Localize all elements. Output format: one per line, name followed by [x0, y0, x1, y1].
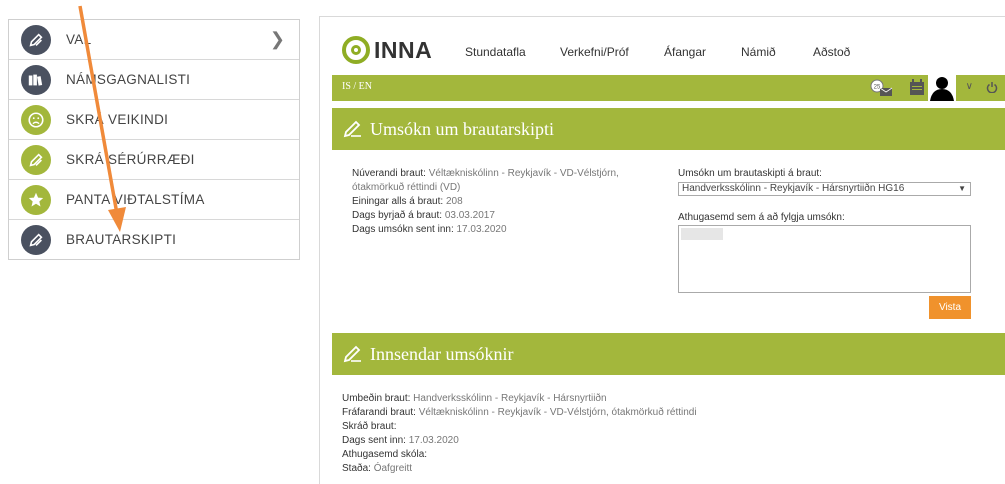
label: Umbeðin braut:	[342, 393, 411, 404]
track-select-value: Handverksskólinn - Reykjavík - Hársnyrti…	[682, 183, 905, 194]
value: Óafgreitt	[373, 463, 413, 474]
messages-icon[interactable]: 25	[870, 79, 894, 97]
current-track-info: Núverandi braut: Véltækniskólinn - Reykj…	[352, 167, 619, 237]
menu-item-skra-veikindi[interactable]: SKRÁ VEIKINDI	[9, 100, 299, 140]
value: 17.03.2020	[408, 435, 459, 446]
section-header-innsendar: Innsendar umsóknir	[332, 333, 1005, 375]
label: Fráfarandi braut:	[342, 407, 416, 418]
books-icon	[21, 64, 51, 95]
track-select-label: Umsókn um brautaskipti á braut:	[678, 168, 822, 179]
section-title: Innsendar umsóknir	[370, 343, 514, 364]
avatar[interactable]	[928, 75, 956, 101]
language-switch[interactable]: IS / EN	[342, 81, 372, 92]
inna-logo[interactable]: INNA	[342, 36, 432, 64]
utility-bar: IS / EN 25 ∨	[332, 75, 1005, 101]
logo-ring-icon	[342, 36, 370, 64]
pencil-icon	[21, 24, 51, 55]
comment-textarea[interactable]	[678, 225, 971, 293]
chevron-right-icon[interactable]: ❯	[270, 29, 285, 50]
menu-item-panta-vidtalstima[interactable]: PANTA VIÐTALSTÍMA	[9, 180, 299, 220]
nav-stundatafla[interactable]: Stundatafla	[465, 45, 526, 59]
pencil-icon	[21, 144, 51, 175]
nav-adstod[interactable]: Aðstoð	[813, 45, 850, 59]
label: Athugasemd skóla:	[342, 449, 428, 460]
save-button[interactable]: Vista	[929, 296, 971, 319]
menu-item-label: SKRÁ VEIKINDI	[66, 112, 169, 127]
label: Skráð braut:	[342, 421, 397, 432]
nav-namid[interactable]: Námið	[741, 45, 776, 59]
pencil-icon	[21, 224, 51, 255]
calendar-icon[interactable]	[910, 79, 924, 95]
inna-app: INNA Stundatafla Verkefni/Próf Áfangar N…	[319, 16, 1005, 484]
label: Dags umsókn sent inn:	[352, 224, 454, 235]
track-select[interactable]: Handverksskólinn - Reykjavík - Hársnyrti…	[678, 182, 971, 196]
chevron-down-icon[interactable]: ∨	[966, 81, 973, 92]
nav-verkefni-prof[interactable]: Verkefni/Próf	[560, 45, 629, 59]
menu-item-skra-serurraedi[interactable]: SKRÁ SÉRÚRRÆÐI	[9, 140, 299, 180]
menu-item-label: VAL	[66, 32, 92, 47]
label: Dags byrjað á braut:	[352, 210, 443, 221]
menu-item-label: NÁMSGAGNALISTI	[66, 72, 191, 87]
label: Dags sent inn:	[342, 435, 406, 446]
menu-item-brautarskipti[interactable]: BRAUTARSKIPTI	[9, 220, 299, 259]
user-silhouette-icon	[930, 77, 954, 101]
menu-item-val[interactable]: VAL ❯	[9, 20, 299, 60]
menu-item-label: SKRÁ SÉRÚRRÆÐI	[66, 152, 195, 167]
value: Véltækniskólinn - Reykjavík - VD-Vélstjó…	[428, 168, 619, 179]
top-nav-bar: INNA Stundatafla Verkefni/Próf Áfangar N…	[320, 17, 1005, 73]
pencil-icon	[343, 120, 361, 138]
sad-face-icon	[21, 104, 51, 135]
menu-item-label: PANTA VIÐTALSTÍMA	[66, 192, 205, 207]
redacted-text	[681, 228, 723, 240]
label: Staða:	[342, 463, 371, 474]
pencil-icon	[343, 345, 361, 363]
label: Einingar alls á braut:	[352, 196, 444, 207]
submitted-application: Umbeðin braut: Handverksskólinn - Reykja…	[342, 392, 697, 476]
value: 03.03.2017	[444, 210, 495, 221]
comment-label: Athugasemd sem á að fylgja umsókn:	[678, 212, 845, 223]
section-title: Umsókn um brautarskipti	[370, 118, 554, 139]
section-header-umsokn: Umsókn um brautarskipti	[332, 108, 1005, 150]
value: Handverksskólinn - Reykjavík - Hársnyrti…	[413, 393, 607, 404]
value: Véltækniskólinn - Reykjavík - VD-Vélstjó…	[418, 407, 697, 418]
value: ótakmörkuð réttindi (VD)	[352, 182, 461, 193]
label: Núverandi braut:	[352, 168, 426, 179]
value: 208	[445, 196, 463, 207]
menu-item-label: BRAUTARSKIPTI	[66, 232, 177, 247]
menu-item-namsgagnalisti[interactable]: NÁMSGAGNALISTI	[9, 60, 299, 100]
dropdown-caret-icon: ▼	[958, 184, 966, 193]
value: 17.03.2020	[456, 224, 507, 235]
side-menu: VAL ❯ NÁMSGAGNALISTI SKRÁ VEIKINDI SKRÁ …	[8, 19, 300, 260]
nav-afangar[interactable]: Áfangar	[664, 45, 706, 59]
messages-badge: 25	[874, 85, 881, 91]
logo-text: INNA	[374, 36, 433, 63]
star-icon	[21, 184, 51, 215]
power-icon[interactable]	[986, 81, 998, 93]
